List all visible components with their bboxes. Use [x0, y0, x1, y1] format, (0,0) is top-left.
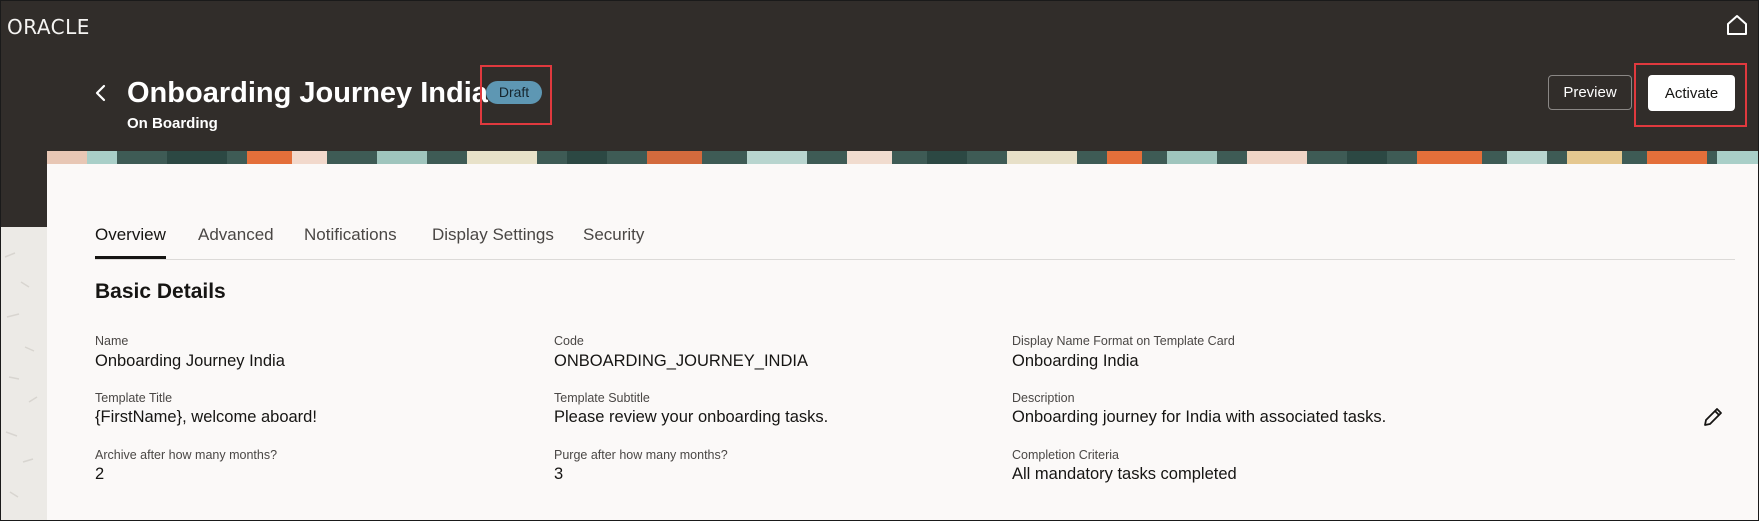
- page-title: Onboarding Journey India: [127, 77, 488, 109]
- home-button[interactable]: [1725, 13, 1749, 37]
- background-texture: [1, 227, 47, 520]
- field-value-purge-months: 3: [554, 465, 564, 483]
- page-subtitle: On Boarding: [127, 115, 218, 132]
- field-label-archive-months: Archive after how many months?: [95, 448, 278, 462]
- texture-pattern: [4, 252, 38, 498]
- tab-overview[interactable]: Overview: [95, 225, 166, 245]
- app-window: ORACLE Onboarding Journey India On Board…: [0, 0, 1759, 521]
- field-value-archive-months: 2: [95, 465, 105, 483]
- section-title: Basic Details: [95, 280, 226, 303]
- field-value-description: Onboarding journey for India with associ…: [1012, 408, 1387, 426]
- pencil-icon: [1704, 408, 1722, 426]
- chevron-left-icon: [95, 84, 106, 102]
- preview-button[interactable]: Preview: [1548, 75, 1632, 110]
- field-value-completion-criteria: All mandatory tasks completed: [1012, 465, 1237, 483]
- field-value-template-subtitle: Please review your onboarding tasks.: [554, 408, 829, 426]
- field-label-completion-criteria: Completion Criteria: [1012, 448, 1119, 462]
- field-value-name: Onboarding Journey India: [95, 352, 285, 370]
- back-button[interactable]: [89, 81, 113, 105]
- activate-button[interactable]: Activate: [1648, 75, 1735, 111]
- field-value-display-name-format: Onboarding India: [1012, 352, 1139, 370]
- banner-pattern: [47, 151, 1758, 164]
- content-card: [47, 164, 1758, 520]
- field-label-template-title: Template Title: [95, 391, 173, 405]
- edit-button[interactable]: [1701, 405, 1725, 429]
- tab-advanced[interactable]: Advanced: [198, 225, 274, 245]
- field-label-purge-months: Purge after how many months?: [554, 448, 728, 462]
- field-value-code: ONBOARDING_JOURNEY_INDIA: [554, 352, 808, 370]
- home-icon: [1727, 15, 1747, 35]
- tabs-divider: [95, 259, 1735, 260]
- field-label-name: Name: [95, 334, 129, 348]
- decorative-banner: [47, 151, 1758, 164]
- tab-notifications[interactable]: Notifications: [304, 225, 397, 245]
- oracle-logo: ORACLE: [7, 15, 90, 39]
- tab-security[interactable]: Security: [583, 225, 644, 245]
- field-value-template-title: {FirstName}, welcome aboard!: [95, 408, 317, 426]
- field-label-template-subtitle: Template Subtitle: [554, 391, 650, 405]
- field-label-code: Code: [554, 334, 584, 348]
- tab-display-settings[interactable]: Display Settings: [432, 225, 554, 245]
- status-badge: Draft: [486, 81, 542, 104]
- field-label-description: Description: [1012, 391, 1075, 405]
- field-label-display-name-format: Display Name Format on Template Card: [1012, 334, 1235, 348]
